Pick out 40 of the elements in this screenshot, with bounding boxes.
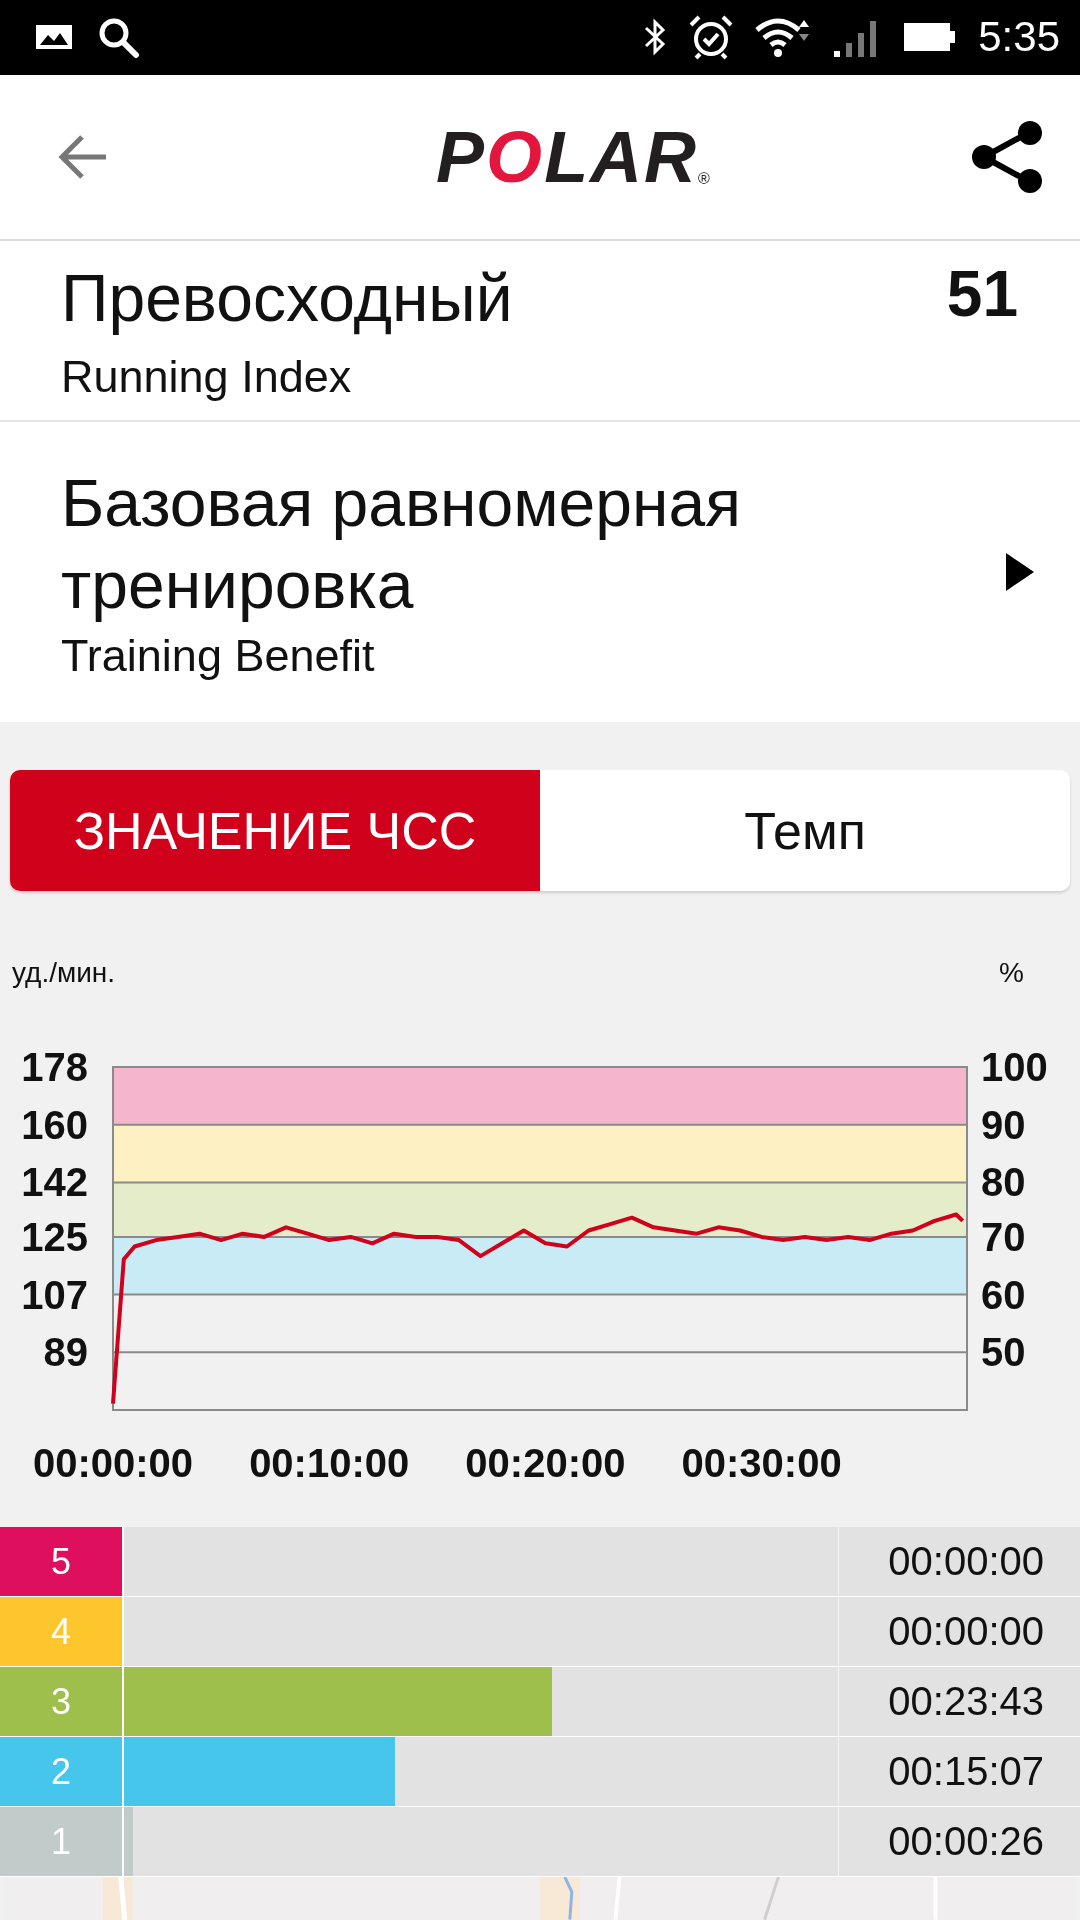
running-index-label: Running Index [61, 351, 353, 404]
zone-time: 00:00:00 [839, 1527, 1080, 1597]
training-benefit-card[interactable]: Базовая равномерная тренировка Training Benefit [0, 422, 1080, 723]
zone-number: 3 [0, 1667, 124, 1737]
axis-tick-label: 90 [981, 1103, 1026, 1147]
axis-tick-label: 107 [21, 1272, 88, 1317]
axis-unit: % [999, 957, 1024, 991]
training-benefit-label: Training Benefit [61, 630, 376, 683]
axis-tick-label: 178 [21, 1045, 88, 1090]
running-index-value: 51 [946, 257, 1018, 332]
axis-tick-label: 70 [981, 1215, 1026, 1260]
zone-number: 5 [0, 1527, 124, 1597]
axis-tick-label: 00:30:00 [681, 1441, 842, 1486]
axis-tick-label: 00:00:00 [32, 1441, 194, 1486]
zone-number: 4 [0, 1597, 124, 1667]
axis-tick-label: 80 [981, 1160, 1026, 1205]
axis-tick-label: 50 [981, 1330, 1026, 1375]
zone-number: 1 [0, 1807, 124, 1877]
zone-time: 00:15:07 [839, 1737, 1080, 1807]
zone-time: 00:00:00 [839, 1597, 1080, 1667]
zone-time: 00:23:43 [839, 1667, 1080, 1737]
axis-tick-label: 100 [981, 1045, 1048, 1090]
zone-time: 00:00:26 [839, 1807, 1080, 1877]
axis-tick-label: 125 [21, 1215, 88, 1260]
chart-tab[interactable]: ЗНАЧЕНИЕ ЧСС [10, 770, 540, 892]
axis-tick-label: 60 [981, 1272, 1026, 1317]
axis-tick-label: 160 [21, 1103, 88, 1147]
zone-number: 2 [0, 1737, 124, 1807]
training-benefit-title: Базовая равномерная тренировка [61, 465, 742, 625]
running-index-title: Превосходный [61, 260, 513, 338]
axis-unit: уд./мин. [12, 957, 116, 991]
axis-tick-label: 142 [21, 1160, 88, 1205]
clock-time: 5:35 [978, 13, 1060, 62]
axis-tick-label: 89 [43, 1330, 88, 1375]
axis-tick-label: 00:20:00 [465, 1441, 626, 1486]
back-arrow-icon[interactable] [58, 133, 108, 180]
alarm-icon [688, 14, 735, 61]
axis-tick-label: 00:10:00 [249, 1441, 410, 1486]
play-arrow-icon [1004, 551, 1036, 594]
chart-tab[interactable]: Темп [540, 770, 1070, 892]
